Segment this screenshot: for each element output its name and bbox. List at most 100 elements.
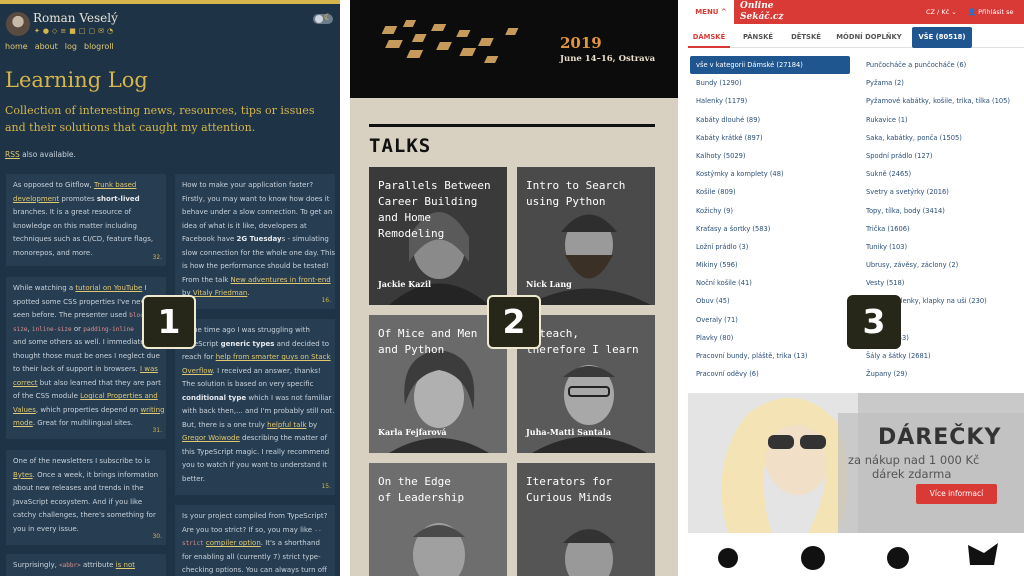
category-item[interactable]: Obuv (45) — [690, 292, 850, 310]
moon-icon: ☾ — [324, 13, 333, 23]
tab-panske[interactable]: PÁNSKÉ — [732, 27, 784, 48]
page-title: Learning Log — [5, 68, 148, 92]
promo-title: DÁREČKY — [878, 425, 1002, 450]
category-item[interactable]: Rukavice (1) — [860, 111, 1022, 129]
log-card: As opposed to Gitflow, Trunk based devel… — [6, 174, 166, 266]
twitter-icon[interactable]: ✦ — [34, 27, 40, 35]
nav-log[interactable]: log — [65, 42, 77, 51]
talk-speaker: Nick Lang — [526, 279, 572, 289]
conference-panel: 2019 June 14–16, Ostrava TALKS Parallels… — [350, 0, 678, 576]
category-item[interactable]: Tuniky (103) — [860, 238, 1022, 256]
section-divider — [369, 124, 655, 127]
category-item[interactable]: Noční košile (41) — [690, 274, 850, 292]
category-item[interactable]: Ložní prádlo (3) — [690, 238, 850, 256]
currency-select[interactable]: CZ / Kč ⌄ — [926, 8, 957, 16]
promo-text-1: za nákup nad 1 000 Kč — [848, 453, 980, 467]
category-item[interactable]: Šály a šátky (2681) — [860, 347, 1022, 365]
talks-heading: TALKS — [369, 135, 432, 157]
category-item[interactable]: Spodní prádlo (127) — [860, 147, 1022, 165]
category-item[interactable]: Sukně (2465) — [860, 165, 1022, 183]
category-list-left: vše v kategorii Dámské (27184) Bundy (129… — [690, 56, 850, 383]
pocket-icon[interactable]: ▢ — [89, 27, 96, 35]
category-item[interactable]: Plavky (80) — [690, 329, 850, 347]
shop-header: MENU ^ Online Sekáč.cz CZ / Kč ⌄ 👤 Přihlá… — [688, 0, 1024, 24]
log-card: How to make your application faster? Fir… — [175, 174, 335, 309]
github-icon[interactable]: ● — [43, 27, 49, 35]
author-name[interactable]: Roman Veselý — [33, 11, 118, 25]
card-number: 32. — [152, 253, 162, 261]
rss-suffix: also available. — [19, 150, 76, 159]
card-number: 31. — [152, 426, 162, 434]
category-item[interactable]: Saka, kabátky, ponča (1505) — [860, 129, 1022, 147]
mail-icon[interactable]: ✉ — [98, 27, 104, 35]
avatar[interactable] — [6, 12, 30, 36]
talk-card[interactable]: Parallels Between Career Building and Ho… — [369, 167, 507, 305]
menu-button[interactable]: MENU ^ — [688, 0, 734, 24]
stackoverflow-icon[interactable]: ≡ — [60, 27, 66, 35]
linkedin-icon[interactable]: ■ — [69, 27, 76, 35]
category-item[interactable]: Mikiny (596) — [690, 256, 850, 274]
card-number: 30. — [152, 532, 162, 540]
category-item[interactable]: Kabáty dlouhé (89) — [690, 111, 850, 129]
shop-logo[interactable]: Online Sekáč.cz — [740, 0, 784, 24]
shop-logo-line1: Online — [740, 1, 774, 11]
category-item[interactable]: Kostýmky a komplety (48) — [690, 165, 850, 183]
category-item[interactable]: Kabáty krátké (897) — [690, 129, 850, 147]
category-item[interactable]: Košile (809) — [690, 183, 850, 201]
category-item[interactable]: Pyžamové kabátky, košile, trika, tílka (… — [860, 92, 1022, 110]
rss-link[interactable]: RSS — [5, 150, 20, 159]
user-icon: 👤 — [968, 8, 979, 16]
tab-damske[interactable]: DÁMSKÉ — [688, 27, 730, 48]
talk-title: I teach, therefore I learn — [526, 327, 639, 356]
rss-note: RSS also available. — [5, 150, 76, 159]
category-item[interactable]: vše v kategorii Dámské (27184) — [690, 56, 850, 75]
category-item[interactable]: Trička (1606) — [860, 220, 1022, 238]
card-number: 15. — [321, 482, 331, 490]
login-label: Přihlásit se — [978, 8, 1014, 16]
category-item[interactable]: Ubrusy, závěsy, záclony (2) — [860, 256, 1022, 274]
category-item[interactable]: Vesty (518) — [860, 274, 1022, 292]
more-info-button[interactable]: Více informací — [916, 484, 997, 504]
talk-card[interactable]: Iterators for Curious Minds — [517, 463, 655, 576]
category-item[interactable]: Bundy (1290) — [690, 74, 850, 92]
conference-year: 2019 — [560, 34, 602, 52]
category-item[interactable]: Župany (29) — [860, 365, 1022, 383]
codepen-icon[interactable]: ◇ — [52, 27, 57, 35]
tab-detske[interactable]: DĚTSKÉ — [784, 27, 828, 48]
tab-vse[interactable]: VŠE (80518) — [912, 27, 972, 48]
category-item[interactable]: Punčocháče a punčocháče (6) — [860, 56, 1022, 74]
category-item[interactable]: Overaly (71) — [690, 311, 850, 329]
category-item[interactable]: Pyžama (2) — [860, 74, 1022, 92]
category-item[interactable]: Pracovní oděvy (6) — [690, 365, 850, 383]
nav-about[interactable]: about — [35, 42, 58, 51]
category-item[interactable]: Pracovní bundy, pláště, trika (13) — [690, 347, 850, 365]
talk-card[interactable]: On the Edge of Leadership — [369, 463, 507, 576]
nav-home[interactable]: home — [5, 42, 28, 51]
tab-modni-doplnky[interactable]: MÓDNÍ DOPLŇKY — [828, 27, 910, 48]
panel-number-badge: 3 — [847, 295, 901, 349]
log-card: Some time ago I was struggling with Type… — [175, 319, 335, 495]
category-item[interactable]: Kalhoty (5029) — [690, 147, 850, 165]
shop-logo-line2: Sekáč.cz — [740, 12, 784, 22]
talk-speaker: Karla Fejfarová — [378, 427, 447, 437]
category-tabs: DÁMSKÉ PÁNSKÉ DĚTSKÉ MÓDNÍ DOPLŇKY VŠE (… — [688, 27, 1024, 48]
category-item[interactable]: Kraťasy a šortky (583) — [690, 220, 850, 238]
shop-panel: MENU ^ Online Sekáč.cz CZ / Kč ⌄ 👤 Přihlá… — [688, 0, 1024, 576]
talk-title: Intro to Search using Python — [526, 179, 626, 208]
category-item[interactable]: Svetry a svetýrky (2016) — [860, 183, 1022, 201]
blog-panel: Roman Veselý ✦ ● ◇ ≡ ■ □ ▢ ✉ ◔ ☾ home ab… — [0, 0, 340, 576]
talk-card[interactable]: Intro to Search using Python Nick Lang — [517, 167, 655, 305]
category-item[interactable]: Kožichy (9) — [690, 202, 850, 220]
log-card: Surprisingly, <abbr> attribute is not — [6, 554, 166, 576]
login-link[interactable]: 👤 Přihlásit se — [968, 8, 1014, 16]
talk-speaker: Jackie Kazil — [378, 279, 432, 289]
category-item[interactable]: Topy, tílka, body (3414) — [860, 202, 1022, 220]
conference-dates: June 14–16, Ostrava — [560, 54, 656, 64]
rss-icon[interactable]: ◔ — [107, 27, 113, 35]
nav-blogroll[interactable]: blogroll — [84, 42, 114, 51]
category-item[interactable]: Halenky (1179) — [690, 92, 850, 110]
talk-title: Iterators for Curious Minds — [526, 475, 613, 504]
instagram-icon[interactable]: □ — [79, 27, 86, 35]
talk-title: On the Edge of Leadership — [378, 475, 465, 504]
promo-banner[interactable]: DÁREČKY za nákup nad 1 000 Kč dárek zdar… — [688, 393, 1024, 576]
